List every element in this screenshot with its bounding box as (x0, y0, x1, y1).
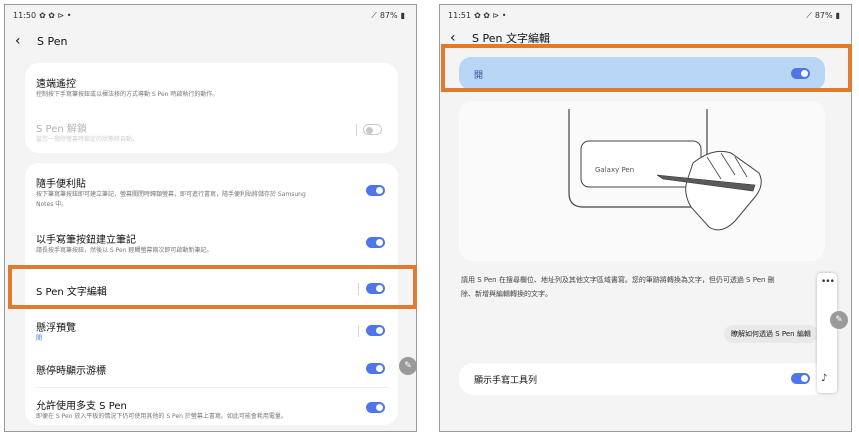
toggle-spen-unlock[interactable] (363, 124, 382, 135)
page-title: S Pen (37, 34, 68, 48)
setting-subtitle-2: Notes 中。 (36, 201, 68, 208)
setting-title: 懸浮預覽 (36, 323, 76, 334)
toggle-multiple-spen[interactable] (366, 402, 385, 413)
floating-side-panel[interactable]: ••• ♪ (817, 273, 837, 393)
status-icons: ✿ ✿ ⊳ • (474, 11, 507, 20)
status-bar: 11:51 ✿ ✿ ⊳ • ⟋ 87% ▮ (448, 11, 843, 23)
setting-air-view[interactable]: 懸浮預覽 開 (25, 311, 398, 349)
signal-icon: ⟋ (806, 11, 812, 20)
description-line-1: 請用 S Pen 在搜尋欄位、地址列及其他文字區域書寫。您的筆跡將轉換為文字，但… (461, 276, 775, 284)
status-icons: ✿ ✿ ⊳ • (39, 11, 72, 20)
toggle-handwriting-toolbar[interactable] (791, 373, 810, 384)
setting-hover-pointer[interactable]: 懸停時顯示游標 (25, 351, 398, 385)
setting-title: 隨手便利貼 (36, 179, 86, 190)
divider (358, 325, 359, 337)
setting-subtitle: 控制按下手寫筆按鈕或以揮法移的方式導動 S Pen 時啟執行的動作。 (36, 91, 219, 98)
card-remote: 遠端遙控 控制按下手寫筆按鈕或以揮法移的方式導動 S Pen 時啟執行的動作。 … (25, 63, 398, 153)
illustration-card: Galaxy Pen (459, 101, 825, 261)
status-bar: 11:50 ✿ ✿ ⊳ • ⟋ 87% ▮ (13, 11, 408, 23)
setting-status: 開 (36, 335, 43, 342)
divider (35, 387, 388, 388)
setting-subtitle: 按下筆寫筆按鈕即可建立筆記，螢幕關閉時歸類螢幕，即可進行書寫，隨手便利貼將儲存於… (36, 191, 306, 198)
highlight-box (441, 44, 852, 92)
learn-more-button[interactable]: 瞭解如何透過 S Pen 編輯 (724, 325, 818, 343)
battery-level: 87% (814, 11, 833, 20)
pen-icon[interactable]: ✎ (399, 357, 416, 375)
setting-create-note[interactable]: 以手寫筆按鈕建立筆記 請長按手寫筆按鈕，然後以 S Pen 輕觸螢幕兩次即可啟動… (25, 221, 398, 267)
setting-multiple-spen[interactable]: 允許使用多支 S Pen 即便在 S Pen 放入平板的情況下仍可使用其他的 S… (25, 389, 398, 425)
setting-title: S Pen 解鎖 (36, 124, 87, 135)
divider (356, 124, 357, 136)
battery-icon: ▮ (400, 11, 405, 20)
status-time: 11:51 (448, 11, 472, 20)
setting-title: 顯示手寫工具列 (474, 376, 538, 386)
toggle-create-note[interactable] (366, 237, 385, 248)
chevron-left-icon[interactable]: ‹ (15, 34, 31, 48)
illustration-label: Galaxy Pen (595, 166, 635, 174)
toggle-hover-pointer[interactable] (366, 363, 385, 374)
feature-description: 請用 S Pen 在搜尋欄位、地址列及其他文字區域書寫。您的筆跡將轉換為文字，但… (461, 273, 821, 301)
status-time: 11:50 (13, 11, 37, 20)
setting-title: 以手寫筆按鈕建立筆記 (36, 235, 136, 246)
sound-icon[interactable]: ♪ (821, 373, 827, 384)
description-line-2: 除、新增與編輯轉換的文字。 (461, 290, 552, 298)
setting-spen-unlock[interactable]: S Pen 解鎖 當您一撥除螢幕時鎖定的狀態將自動。 (25, 107, 398, 153)
setting-subtitle: 請長按手寫筆按鈕，然後以 S Pen 輕觸螢幕兩次即可啟動新筆記。 (36, 247, 213, 254)
setting-remote-control[interactable]: 遠端遙控 控制按下手寫筆按鈕或以揮法移的方式導動 S Pen 時啟執行的動作。 (25, 63, 398, 107)
setting-title: 允許使用多支 S Pen (36, 401, 127, 412)
setting-handwriting-toolbar[interactable]: 顯示手寫工具列 (459, 363, 825, 395)
setting-screen-off-memo[interactable]: 隨手便利貼 按下筆寫筆按鈕即可建立筆記，螢幕關閉時歸類螢幕，即可進行書寫，隨手便… (25, 163, 398, 221)
header: ‹ S Pen (15, 31, 67, 51)
spen-illustration (568, 109, 762, 231)
highlight-box (8, 265, 417, 309)
battery-level: 87% (379, 11, 398, 20)
battery-icon: ▮ (835, 11, 840, 20)
toggle-air-view[interactable] (366, 325, 385, 336)
settings-screen-spen: 11:50 ✿ ✿ ⊳ • ⟋ 87% ▮ ‹ S Pen 遠端遙控 控制按下手寫筆按… (4, 4, 417, 432)
chevron-left-icon[interactable]: ‹ (450, 31, 466, 45)
setting-subtitle: 即便在 S Pen 放入平板的情況下仍可使用其他的 S Pen 於螢幕上書寫。如… (36, 413, 287, 420)
more-dots-icon[interactable]: ••• (821, 277, 835, 287)
toggle-screen-off-memo[interactable] (366, 185, 385, 196)
pen-icon[interactable]: ✎ (830, 311, 848, 329)
setting-title: 遠端遙控 (36, 79, 76, 90)
setting-title: 懸停時顯示游標 (36, 366, 106, 377)
signal-icon: ⟋ (371, 11, 377, 20)
setting-subtitle: 當您一撥除螢幕時鎖定的狀態將自動。 (36, 136, 139, 143)
